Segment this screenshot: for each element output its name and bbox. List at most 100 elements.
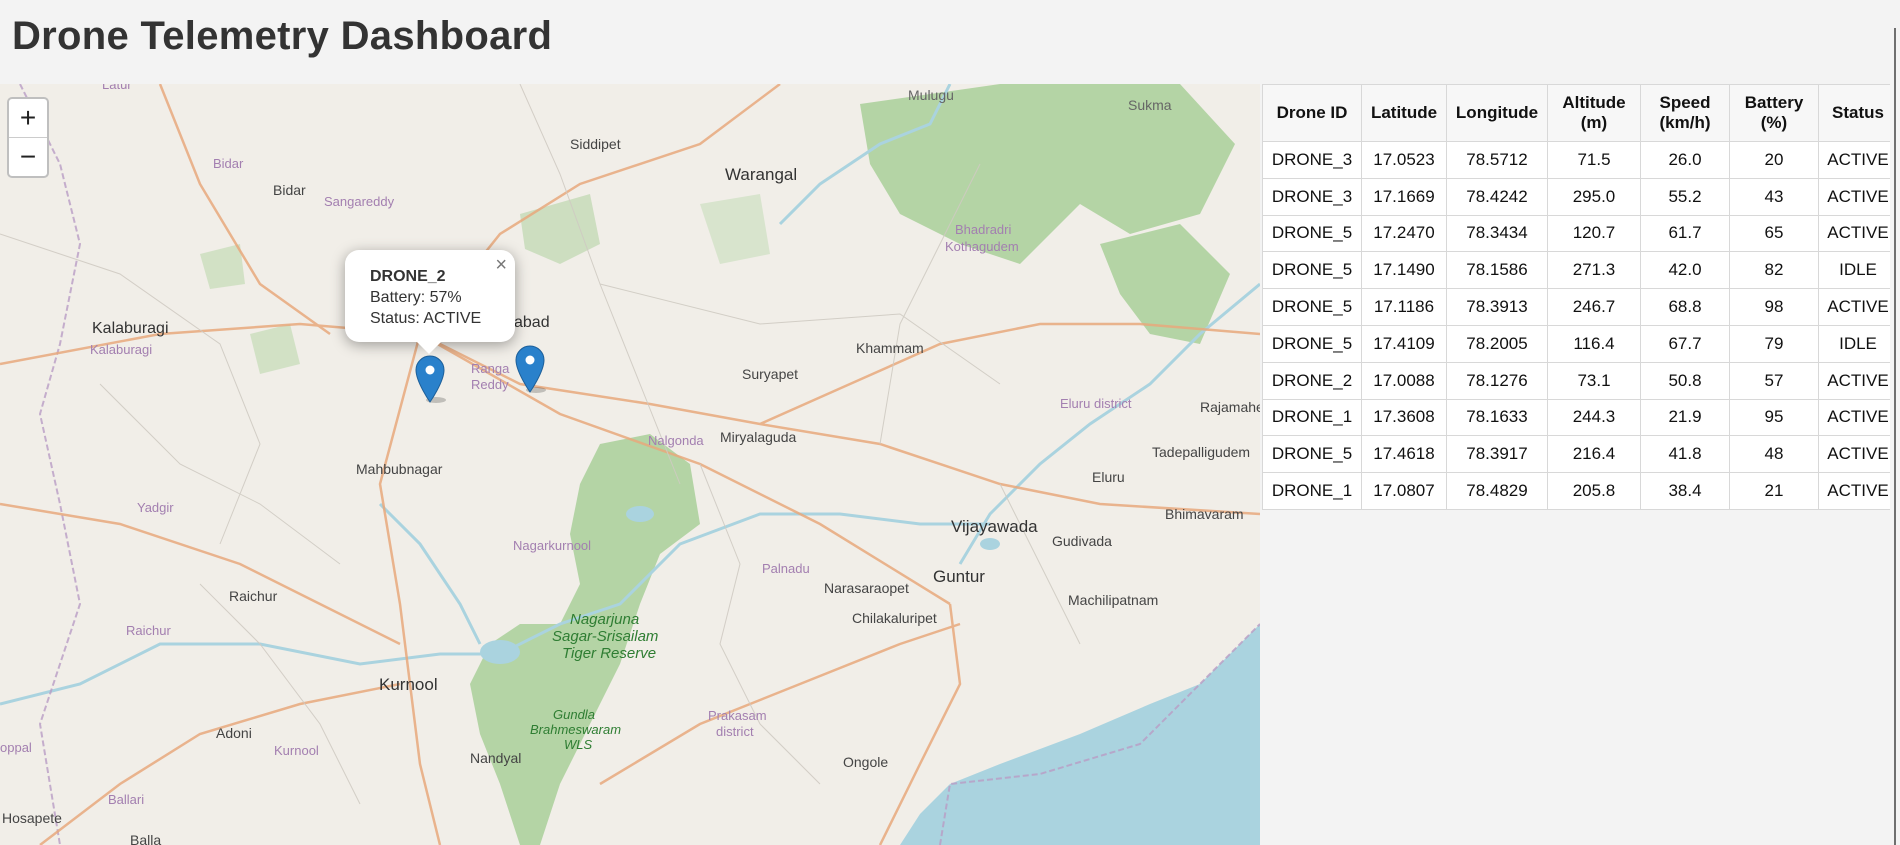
map-label: Yadgir — [137, 500, 174, 515]
map-label: Raichur — [229, 588, 278, 604]
cell-status: ACTIVE — [1818, 435, 1898, 474]
cell-drone-id: DRONE_5 — [1262, 251, 1362, 290]
cell-latitude: 17.4109 — [1361, 324, 1447, 363]
cell-altitude: 73.1 — [1547, 361, 1641, 400]
map-label: Kalaburagi — [92, 320, 169, 337]
col-header-battery: Battery (%) — [1729, 84, 1819, 142]
table-row: DRONE_5 17.4618 78.3917 216.4 41.8 48 ACTIVE — [1262, 435, 1898, 474]
cell-altitude: 246.7 — [1547, 288, 1641, 326]
table-row: DRONE_5 17.4109 78.2005 116.4 67.7 79 IDLE — [1262, 324, 1898, 363]
cell-altitude: 120.7 — [1547, 214, 1641, 253]
cell-longitude: 78.5712 — [1446, 141, 1548, 179]
table-row: DRONE_3 17.0523 78.5712 71.5 26.0 20 ACTIVE — [1262, 141, 1898, 179]
map-label: Gudivada — [1052, 533, 1112, 549]
map-label: Latur — [102, 84, 132, 92]
table-row: DRONE_2 17.0088 78.1276 73.1 50.8 57 ACTIVE — [1262, 361, 1898, 400]
cell-drone-id: DRONE_3 — [1262, 177, 1362, 216]
cell-drone-id: DRONE_1 — [1262, 398, 1362, 437]
cell-longitude: 78.1276 — [1446, 361, 1548, 400]
cell-longitude: 78.3917 — [1446, 435, 1548, 474]
cell-speed: 42.0 — [1640, 251, 1730, 290]
map-label: Miryalaguda — [720, 429, 796, 445]
cell-latitude: 17.2470 — [1361, 214, 1447, 253]
map-label: Nagarkurnool — [513, 538, 591, 553]
cell-drone-id: DRONE_3 — [1262, 141, 1362, 179]
map-label: Chilakaluripet — [852, 610, 937, 626]
telemetry-table-body: DRONE_3 17.0523 78.5712 71.5 26.0 20 ACTIVE DR… — [1262, 141, 1898, 510]
zoom-control: + − — [7, 97, 49, 178]
drone-marker-icon[interactable] — [514, 344, 546, 394]
cell-battery: 43 — [1729, 177, 1819, 216]
map-label: Eluru district — [1060, 396, 1132, 411]
cell-status: IDLE — [1818, 251, 1898, 290]
table-row: DRONE_3 17.1669 78.4242 295.0 55.2 43 ACTIVE — [1262, 177, 1898, 216]
map-label: district — [716, 724, 754, 739]
cell-speed: 67.7 — [1640, 324, 1730, 363]
cell-drone-id: DRONE_2 — [1262, 361, 1362, 400]
map-label: Guntur — [933, 567, 985, 586]
cell-battery: 57 — [1729, 361, 1819, 400]
cell-status: ACTIVE — [1818, 177, 1898, 216]
col-header-drone-id: Drone ID — [1262, 84, 1362, 142]
cell-altitude: 116.4 — [1547, 324, 1641, 363]
page-scrollbar[interactable] — [1890, 0, 1900, 845]
map-label: abad — [514, 314, 550, 331]
table-row: DRONE_5 17.1490 78.1586 271.3 42.0 82 IDLE — [1262, 251, 1898, 290]
map-label: WLS — [564, 737, 593, 752]
cell-longitude: 78.1586 — [1446, 251, 1548, 290]
cell-status: ACTIVE — [1818, 214, 1898, 253]
table-row: DRONE_5 17.2470 78.3434 120.7 61.7 65 ACTIVE — [1262, 214, 1898, 253]
cell-longitude: 78.3434 — [1446, 214, 1548, 253]
map-label: Bhimavaram — [1165, 506, 1244, 522]
cell-drone-id: DRONE_1 — [1262, 472, 1362, 510]
col-header-altitude: Altitude (m) — [1547, 84, 1641, 142]
cell-speed: 41.8 — [1640, 435, 1730, 474]
map-label: Balla — [130, 832, 161, 845]
table-row: DRONE_1 17.0807 78.4829 205.8 38.4 21 ACTIVE — [1262, 472, 1898, 510]
zoom-out-button[interactable]: − — [9, 137, 47, 176]
cell-speed: 55.2 — [1640, 177, 1730, 216]
zoom-in-button[interactable]: + — [9, 99, 47, 137]
cell-speed: 26.0 — [1640, 141, 1730, 179]
cell-altitude: 216.4 — [1547, 435, 1641, 474]
map-label: Suryapet — [742, 366, 798, 382]
map-label: Raichur — [126, 623, 171, 638]
telemetry-table-container: Drone ID Latitude Longitude Altitude (m) … — [1262, 84, 1898, 510]
cell-speed: 21.9 — [1640, 398, 1730, 437]
map-view[interactable]: Latur Mulugu Sukma Bidar Bidar Siddipet … — [0, 84, 1260, 845]
map-label: Nalgonda — [648, 433, 704, 448]
cell-latitude: 17.1669 — [1361, 177, 1447, 216]
map-tiles[interactable]: Latur Mulugu Sukma Bidar Bidar Siddipet … — [0, 84, 1260, 845]
cell-drone-id: DRONE_5 — [1262, 324, 1362, 363]
map-label: Machilipatnam — [1068, 592, 1158, 608]
cell-longitude: 78.1633 — [1446, 398, 1548, 437]
map-label: Gundla — [553, 707, 595, 722]
map-label: Khammam — [856, 340, 924, 356]
cell-altitude: 71.5 — [1547, 141, 1641, 179]
popup-close-button[interactable]: × — [495, 254, 507, 277]
map-label: Ballari — [108, 792, 144, 807]
cell-status: IDLE — [1818, 324, 1898, 363]
map-label: Kurnool — [274, 743, 319, 758]
drone-marker-icon[interactable] — [414, 354, 446, 404]
map-label: Palnadu — [762, 561, 810, 576]
cell-latitude: 17.0523 — [1361, 141, 1447, 179]
map-label: Sukma — [1128, 97, 1172, 113]
cell-drone-id: DRONE_5 — [1262, 288, 1362, 326]
popup-status: Status: ACTIVE — [370, 310, 482, 327]
table-row: DRONE_5 17.1186 78.3913 246.7 68.8 98 ACTIVE — [1262, 288, 1898, 326]
map-label: Eluru — [1092, 469, 1125, 485]
cell-status: ACTIVE — [1818, 361, 1898, 400]
cell-latitude: 17.0088 — [1361, 361, 1447, 400]
cell-battery: 79 — [1729, 324, 1819, 363]
map-label: Kalaburagi — [90, 342, 152, 357]
map-label: Bhadradri — [955, 222, 1011, 237]
cell-speed: 50.8 — [1640, 361, 1730, 400]
cell-status: ACTIVE — [1818, 288, 1898, 326]
cell-battery: 65 — [1729, 214, 1819, 253]
scrollbar-rail[interactable] — [1894, 28, 1896, 845]
telemetry-table: Drone ID Latitude Longitude Altitude (m) … — [1262, 84, 1898, 510]
cell-battery: 20 — [1729, 141, 1819, 179]
table-row: DRONE_1 17.3608 78.1633 244.3 21.9 95 ACTIVE — [1262, 398, 1898, 437]
map-label: Ongole — [843, 754, 888, 770]
